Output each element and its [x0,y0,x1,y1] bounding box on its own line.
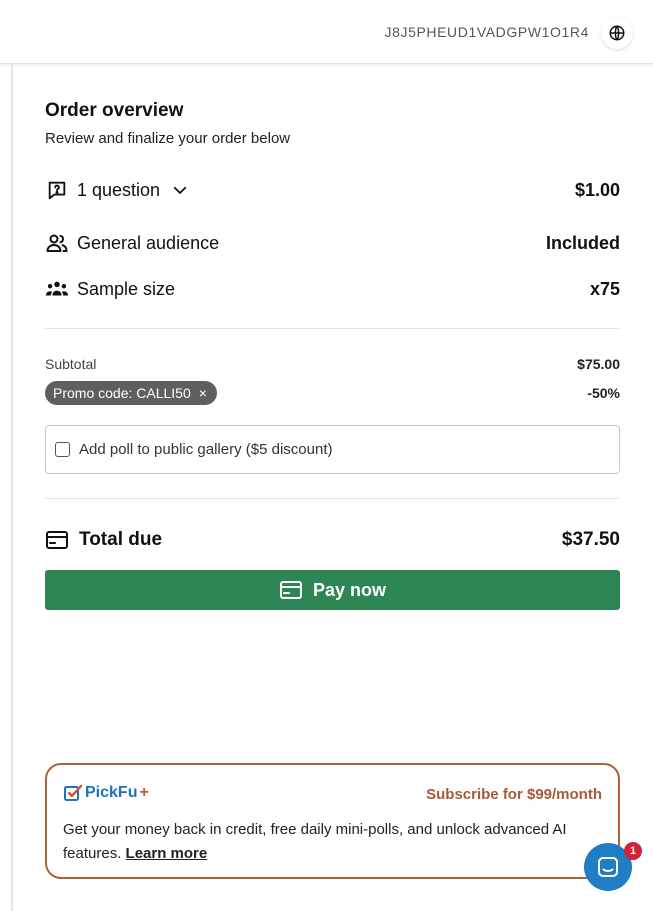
language-button[interactable] [601,17,633,49]
remove-promo-button[interactable]: × [199,385,207,401]
upsell-description: Get your money back in credit, free dail… [63,818,583,866]
divider [45,328,620,329]
promo-code-label: Promo code: CALLI50 [53,385,191,401]
credit-card-icon [279,580,303,600]
divider [45,498,620,499]
panel-border [11,64,13,911]
pickfu-check-icon [64,784,83,801]
brand-name: PickFu [85,784,138,801]
sample-size-label: Sample size [77,278,176,299]
sample-size-value: x75 [589,278,620,299]
total-label: Total due [79,529,163,550]
audience-value: Included [545,232,620,253]
total-row: Total due $37.50 [45,526,620,554]
subscribe-link[interactable]: Subscribe for $99/month [426,786,602,803]
question-icon [45,178,69,202]
brand-plus: + [139,784,149,801]
chat-icon [598,857,618,877]
questions-toggle[interactable]: 1 question [45,178,192,202]
public-gallery-option[interactable]: Add poll to public gallery ($5 discount) [45,425,620,474]
pay-now-label: Pay now [312,579,387,600]
promo-chip: Promo code: CALLI50 × [45,381,217,405]
top-bar: J8J5PHEUD1VADGPW1O1R4 [0,0,653,64]
subtotal-value: $75.00 [577,356,620,372]
subtotal-label: Subtotal [45,356,97,372]
public-gallery-label: Add poll to public gallery ($5 discount) [79,441,333,458]
questions-row: 1 question $1.00 [45,176,620,204]
questions-price: $1.00 [574,179,620,200]
audience-label: General audience [77,232,220,253]
pay-now-button[interactable]: Pay now [45,570,620,610]
pickfu-plus-logo: PickFu + [63,783,149,803]
page-subtitle: Review and finalize your order below [45,130,291,147]
globe-icon [609,25,625,41]
audience-row: General audience Included [45,229,620,257]
total-value: $37.50 [561,529,620,550]
promo-discount-value: -50% [587,385,620,401]
learn-more-link[interactable]: Learn more [126,845,208,862]
order-id: J8J5PHEUD1VADGPW1O1R4 [384,24,589,40]
sample-size-row: Sample size x75 [45,275,620,303]
questions-label: 1 question [77,179,161,200]
page-title: Order overview [45,100,184,121]
audience-icon [45,231,69,255]
pickfu-plus-card: PickFu + Subscribe for $99/month Get your… [45,763,620,879]
credit-card-icon [45,528,69,552]
public-gallery-checkbox[interactable] [55,442,70,457]
chevron-down-icon [168,178,192,202]
group-icon [45,277,69,301]
notification-badge: 1 [624,842,642,860]
